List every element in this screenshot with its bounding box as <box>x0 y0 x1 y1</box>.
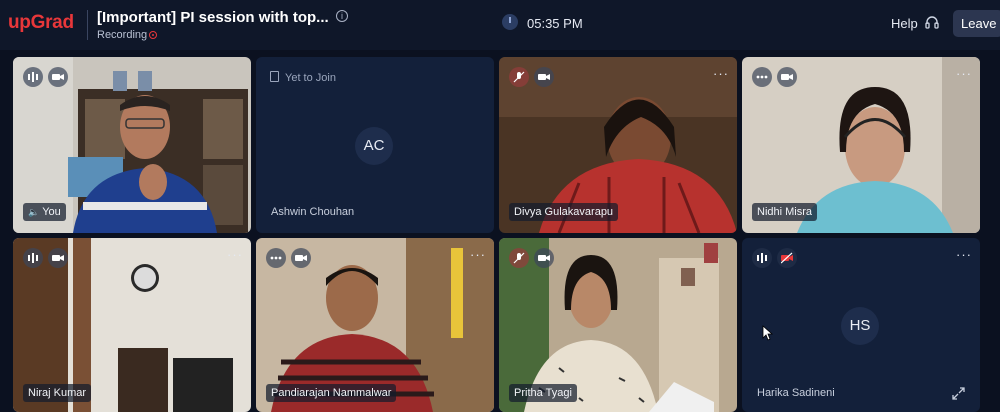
participant-name: Pritha Tyagi <box>509 384 577 402</box>
session-time: 05:35 PM <box>527 16 583 31</box>
mic-muted-icon <box>509 248 529 268</box>
audio-level-icon <box>266 248 286 268</box>
video-grid: 🔈 You Yet to Join AC Ashwin Chouhan ··· D… <box>0 50 1000 412</box>
exit-icon <box>270 71 279 82</box>
clock-icon <box>502 14 518 30</box>
participant-name: Divya Gulakavarapu <box>509 203 619 221</box>
participant-name: Ashwin Chouhan <box>271 206 355 218</box>
participant-tile-pandiarajan[interactable]: ··· Pandiarajan Nammalwar <box>256 238 494 412</box>
mouse-cursor-icon <box>762 325 774 341</box>
leave-button[interactable]: Leave <box>953 10 1000 37</box>
participant-tile-you[interactable]: 🔈 You <box>13 57 251 233</box>
audio-level-icon <box>752 67 772 87</box>
camera-icon[interactable] <box>777 67 797 87</box>
camera-icon[interactable] <box>48 248 68 268</box>
participant-name: 🔈 You <box>23 203 66 221</box>
top-bar: upGrad [Important] PI session with top..… <box>0 0 1000 50</box>
participant-name: Niraj Kumar <box>23 384 92 402</box>
camera-off-icon[interactable] <box>777 248 797 268</box>
recording-dot-icon <box>149 31 157 39</box>
audio-level-icon <box>752 248 772 268</box>
speaker-icon: 🔈 <box>28 207 40 217</box>
participant-tile-harika[interactable]: ··· HS Harika Sadineni <box>742 238 980 412</box>
participant-tile-pritha[interactable]: Pritha Tyagi <box>499 238 737 412</box>
camera-icon[interactable] <box>534 248 554 268</box>
info-icon[interactable]: i <box>336 10 348 22</box>
audio-level-icon <box>23 67 43 87</box>
session-title: [Important] PI session with top... <box>97 9 329 26</box>
participant-name: Harika Sadineni <box>757 387 835 399</box>
more-options-icon[interactable]: ··· <box>713 66 729 81</box>
avatar: HS <box>841 307 879 345</box>
audio-level-icon <box>23 248 43 268</box>
expand-icon[interactable] <box>952 387 965 400</box>
recording-label: Recording <box>97 29 148 41</box>
participant-tile-ashwin[interactable]: Yet to Join AC Ashwin Chouhan <box>256 57 494 233</box>
avatar: AC <box>355 127 393 165</box>
help-button[interactable]: Help <box>891 16 918 31</box>
more-options-icon[interactable]: ··· <box>227 247 243 262</box>
participant-name: Pandiarajan Nammalwar <box>266 384 397 402</box>
participant-tile-nidhi[interactable]: ··· Nidhi Misra <box>742 57 980 233</box>
yet-to-join-status: Yet to Join <box>270 71 336 84</box>
header-divider <box>87 10 88 40</box>
participant-tile-divya[interactable]: ··· Divya Gulakavarapu <box>499 57 737 233</box>
camera-icon[interactable] <box>534 67 554 87</box>
upgrad-logo: upGrad <box>8 12 74 33</box>
participant-name: Nidhi Misra <box>752 203 818 221</box>
more-options-icon[interactable]: ··· <box>956 247 972 262</box>
camera-icon[interactable] <box>291 248 311 268</box>
headset-icon[interactable] <box>925 15 939 29</box>
mic-muted-icon <box>509 67 529 87</box>
camera-icon[interactable] <box>48 67 68 87</box>
more-options-icon[interactable]: ··· <box>956 66 972 81</box>
participant-tile-niraj[interactable]: ··· Niraj Kumar <box>13 238 251 412</box>
more-options-icon[interactable]: ··· <box>470 247 486 262</box>
